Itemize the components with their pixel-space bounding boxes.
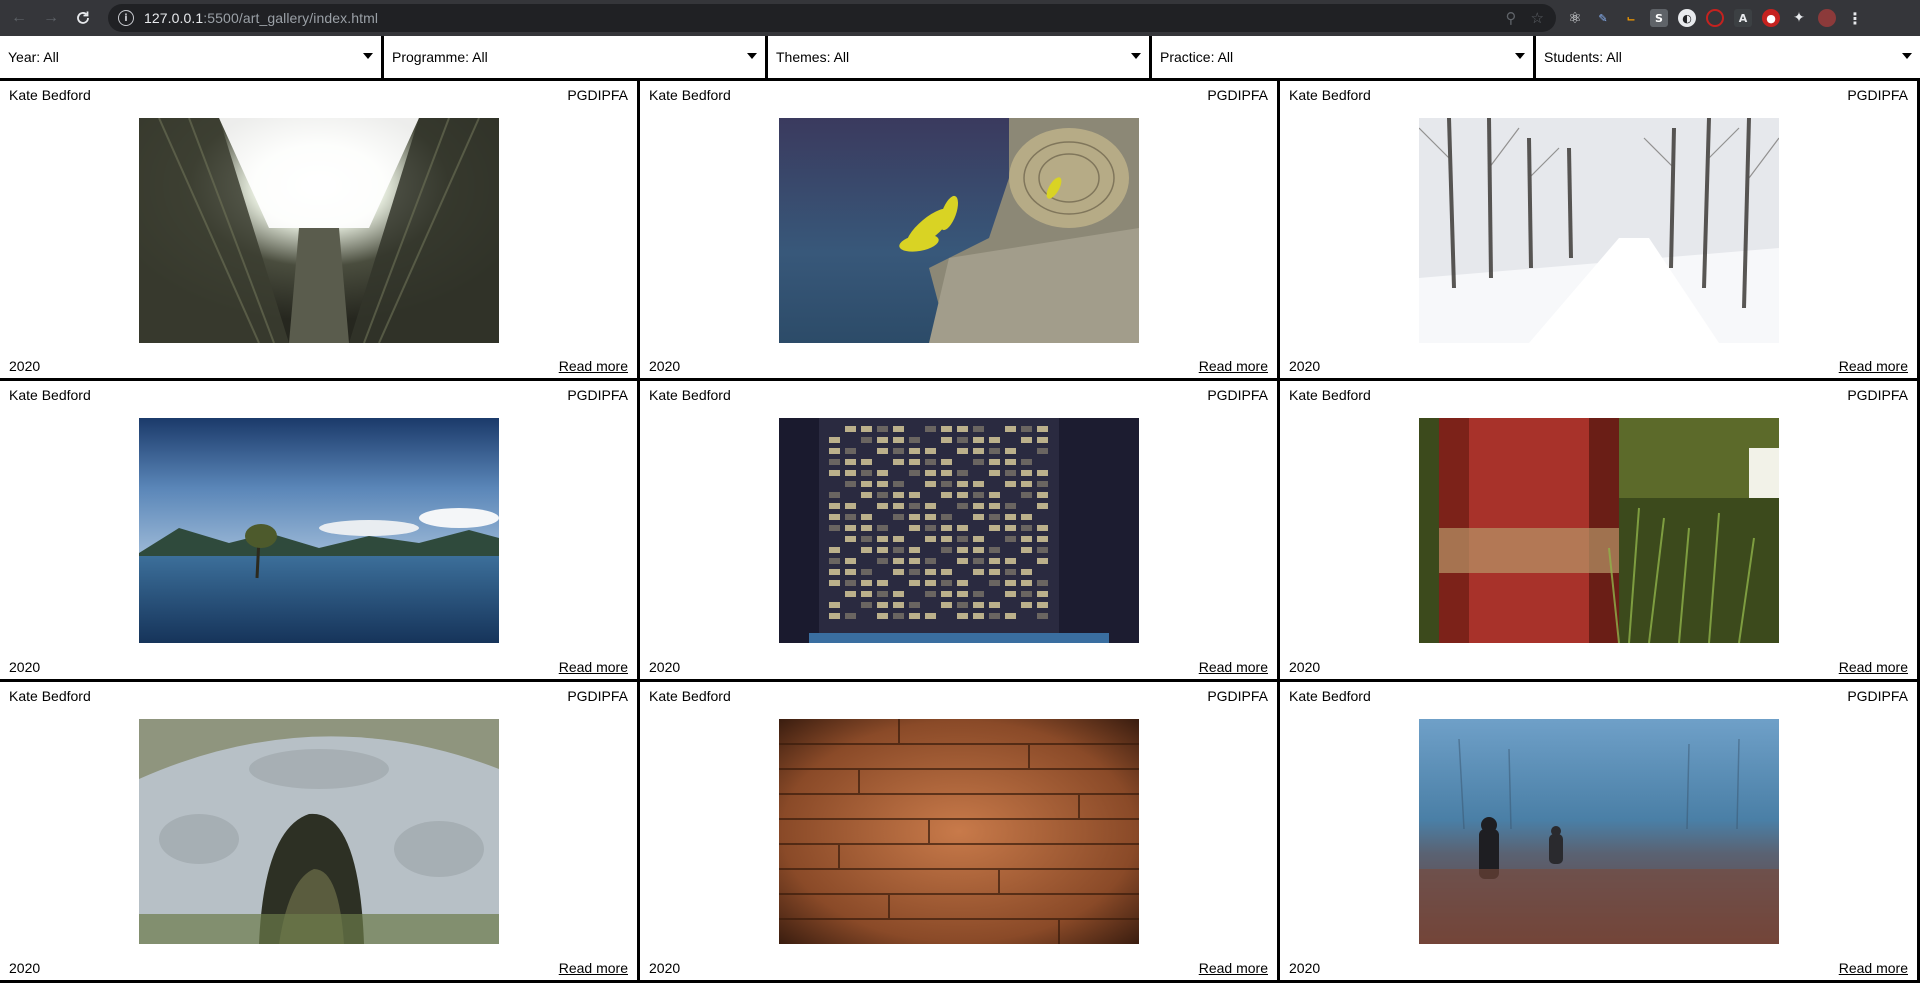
- read-more-link[interactable]: Read more: [1199, 659, 1268, 675]
- gallery-card[interactable]: Kate Bedford PGDIPFA 2020 Read more: [640, 81, 1280, 381]
- ruler-icon[interactable]: ⌙: [1622, 9, 1640, 27]
- year-filter-select[interactable]: Year: All: [0, 36, 384, 81]
- chevron-down-icon: [1902, 53, 1912, 59]
- rock-arch-photo[interactable]: [139, 719, 499, 944]
- s-extension-icon[interactable]: S: [1650, 9, 1668, 27]
- back-icon[interactable]: ←: [6, 5, 32, 31]
- wood-planks-photo[interactable]: [779, 719, 1139, 944]
- chevron-down-icon: [747, 53, 757, 59]
- programme-name: PGDIPFA: [567, 688, 628, 704]
- read-more-link[interactable]: Read more: [559, 659, 628, 675]
- year-label: 2020: [1289, 960, 1321, 976]
- programme-filter-label: Programme: All: [392, 49, 488, 65]
- lake-tree-photo[interactable]: [139, 418, 499, 643]
- read-more-link[interactable]: Read more: [1839, 960, 1908, 976]
- gallery-card[interactable]: Kate Bedford PGDIPFA 2020 Read more: [0, 381, 640, 682]
- student-name: Kate Bedford: [9, 688, 91, 704]
- plant-on-log-photo[interactable]: [779, 118, 1139, 343]
- puzzle-extensions-icon[interactable]: ✦: [1790, 9, 1808, 27]
- student-name: Kate Bedford: [9, 87, 91, 103]
- font-extension-icon[interactable]: A: [1734, 9, 1752, 27]
- programme-name: PGDIPFA: [1847, 387, 1908, 403]
- read-more-link[interactable]: Read more: [1839, 659, 1908, 675]
- year-filter-label: Year: All: [8, 49, 59, 65]
- block-icon[interactable]: [1706, 9, 1724, 27]
- practice-filter-select[interactable]: Practice: All: [1152, 36, 1536, 81]
- themes-filter-label: Themes: All: [776, 49, 850, 65]
- bookmark-star-icon[interactable]: ☆: [1531, 11, 1544, 26]
- students-filter-select[interactable]: Students: All: [1536, 36, 1920, 81]
- gallery-card[interactable]: Kate Bedford PGDIPFA 2020 Read more: [1280, 682, 1920, 983]
- practice-filter-label: Practice: All: [1160, 49, 1234, 65]
- gallery-card[interactable]: Kate Bedford PGDIPFA 2020 Read more: [1280, 381, 1920, 682]
- building-courtyard-photo[interactable]: [139, 118, 499, 343]
- year-label: 2020: [9, 960, 41, 976]
- gallery-card[interactable]: Kate Bedford PGDIPFA 2020 Read more: [0, 81, 640, 381]
- student-name: Kate Bedford: [1289, 87, 1371, 103]
- chevron-down-icon: [363, 53, 373, 59]
- zoom-icon[interactable]: ⚲: [1506, 11, 1517, 26]
- gallery-card[interactable]: Kate Bedford PGDIPFA 2020 Read more: [640, 381, 1280, 682]
- site-info-icon[interactable]: i: [118, 10, 134, 26]
- programme-name: PGDIPFA: [567, 387, 628, 403]
- url-text[interactable]: 127.0.0.1:5500/art_gallery/index.html: [144, 10, 378, 26]
- year-label: 2020: [1289, 358, 1321, 374]
- programme-filter-select[interactable]: Programme: All: [384, 36, 768, 81]
- read-more-link[interactable]: Read more: [1839, 358, 1908, 374]
- contrast-icon[interactable]: ◐: [1678, 9, 1696, 27]
- skyscraper-night-photo[interactable]: [779, 418, 1139, 643]
- chevron-down-icon: [1131, 53, 1141, 59]
- gallery-card[interactable]: Kate Bedford PGDIPFA 2020 Read more: [1280, 81, 1920, 381]
- filter-bar: Year: All Programme: All Themes: All Pra…: [0, 36, 1920, 81]
- programme-name: PGDIPFA: [1207, 87, 1268, 103]
- forward-icon[interactable]: →: [38, 5, 64, 31]
- browser-toolbar: ← → i 127.0.0.1:5500/art_gallery/index.h…: [0, 0, 1920, 36]
- student-name: Kate Bedford: [1289, 688, 1371, 704]
- read-more-link[interactable]: Read more: [1199, 960, 1268, 976]
- student-name: Kate Bedford: [649, 688, 731, 704]
- extensions-tray: ⚛ ✎ ⌙ S ◐ A ● ✦ ⋮: [1566, 0, 1864, 36]
- read-more-link[interactable]: Read more: [559, 960, 628, 976]
- react-devtools-icon[interactable]: ⚛: [1566, 9, 1584, 27]
- student-name: Kate Bedford: [649, 87, 731, 103]
- chevron-down-icon: [1515, 53, 1525, 59]
- reload-icon[interactable]: [70, 5, 96, 31]
- programme-name: PGDIPFA: [1847, 688, 1908, 704]
- students-filter-label: Students: All: [1544, 49, 1622, 65]
- read-more-link[interactable]: Read more: [1199, 358, 1268, 374]
- read-more-link[interactable]: Read more: [559, 358, 628, 374]
- year-label: 2020: [649, 659, 681, 675]
- year-label: 2020: [1289, 659, 1321, 675]
- year-label: 2020: [649, 358, 681, 374]
- programme-name: PGDIPFA: [1847, 87, 1908, 103]
- rusty-barrel-photo[interactable]: [1419, 418, 1779, 643]
- profile-avatar[interactable]: [1818, 9, 1836, 27]
- year-label: 2020: [9, 659, 41, 675]
- student-name: Kate Bedford: [1289, 387, 1371, 403]
- student-name: Kate Bedford: [9, 387, 91, 403]
- address-bar[interactable]: i 127.0.0.1:5500/art_gallery/index.html …: [108, 4, 1556, 32]
- student-name: Kate Bedford: [649, 387, 731, 403]
- color-picker-icon[interactable]: ✎: [1594, 9, 1612, 27]
- year-label: 2020: [649, 960, 681, 976]
- year-label: 2020: [9, 358, 41, 374]
- gallery-card[interactable]: Kate Bedford PGDIPFA 2020 Read more: [640, 682, 1280, 983]
- red-extension-icon[interactable]: ●: [1762, 9, 1780, 27]
- gallery-grid: Kate Bedford PGDIPFA 2020 Read more Kate…: [0, 81, 1920, 988]
- gallery-card[interactable]: Kate Bedford PGDIPFA 2020 Read more: [0, 682, 640, 983]
- programme-name: PGDIPFA: [567, 87, 628, 103]
- snowy-road-photo[interactable]: [1419, 118, 1779, 343]
- menu-kebab-icon[interactable]: ⋮: [1846, 9, 1864, 28]
- foggy-field-photo[interactable]: [1419, 719, 1779, 944]
- themes-filter-select[interactable]: Themes: All: [768, 36, 1152, 81]
- programme-name: PGDIPFA: [1207, 387, 1268, 403]
- programme-name: PGDIPFA: [1207, 688, 1268, 704]
